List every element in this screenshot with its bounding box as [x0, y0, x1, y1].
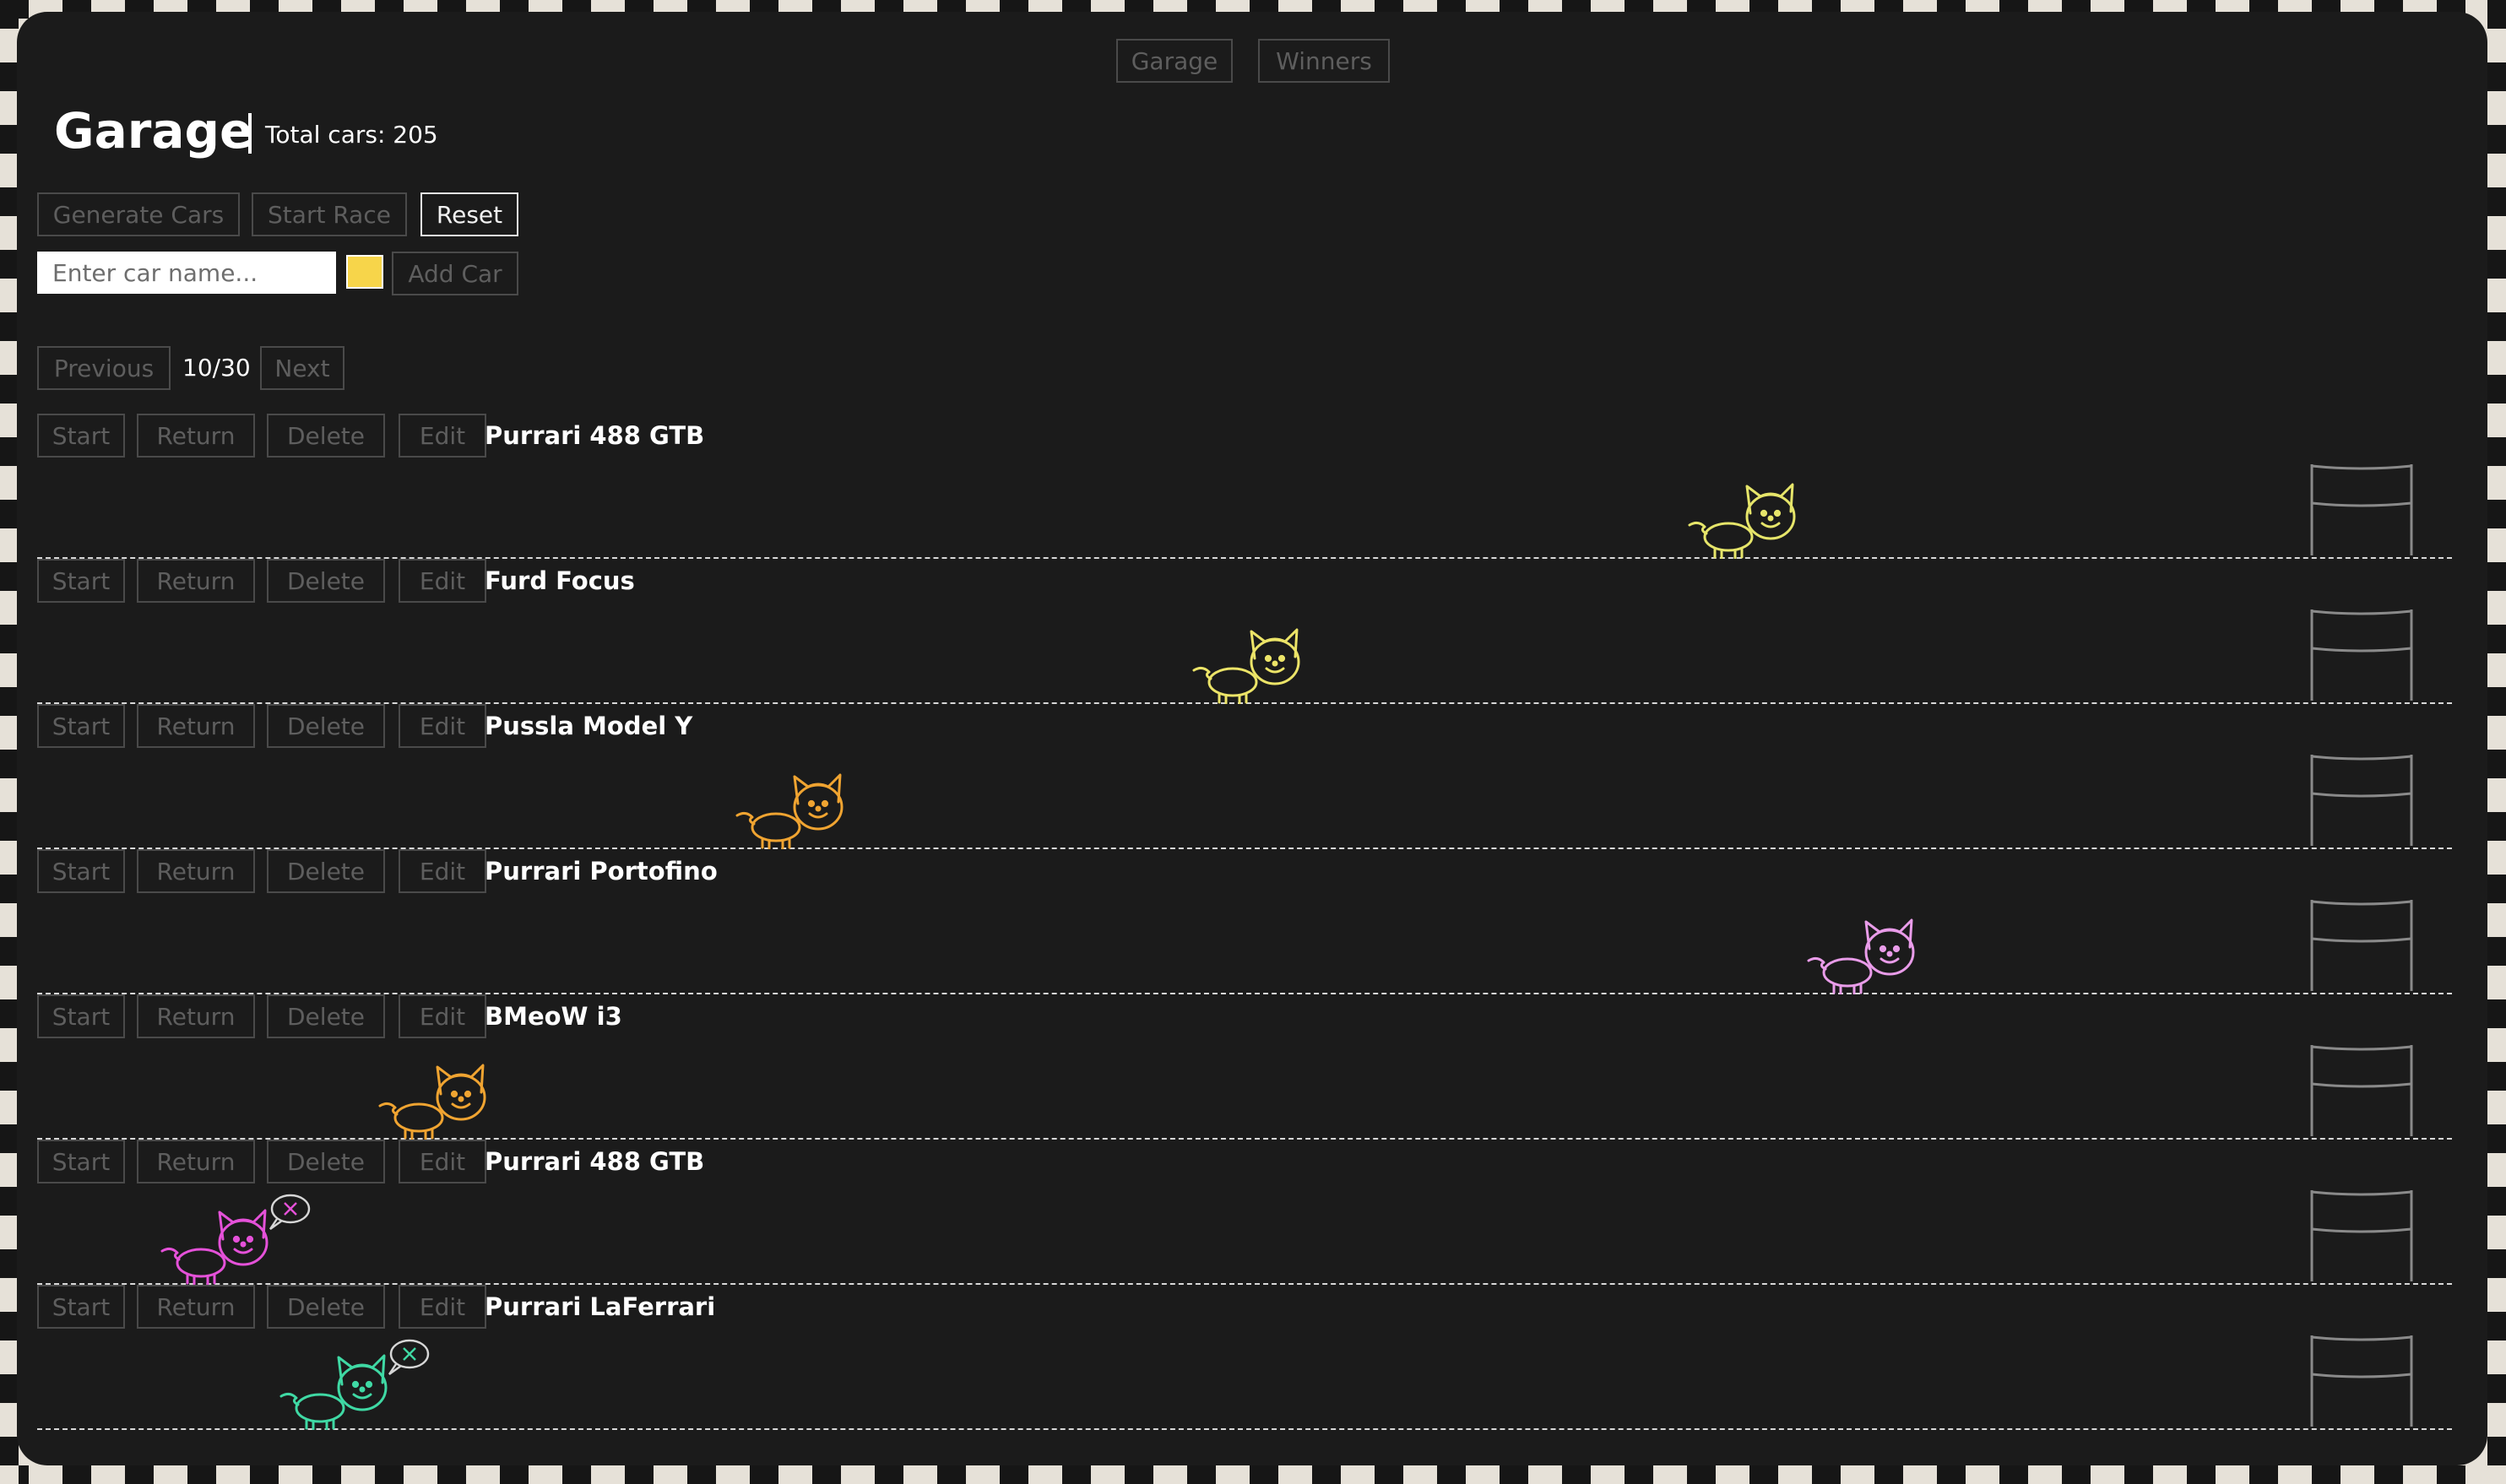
garage-panel: Garage Winners Garage Total cars: 205 Ge… [17, 12, 2487, 1465]
start-engine-button[interactable]: Start [37, 704, 125, 748]
title-divider [248, 113, 252, 154]
start-engine-button[interactable]: Start [37, 994, 125, 1038]
car-track: Start Return Delete Edit Purrari LaFerrari [37, 1285, 2486, 1431]
finish-flag-icon [2308, 896, 2415, 991]
checker-border-right [2487, 0, 2506, 1484]
cat-car-icon [1805, 913, 1917, 995]
return-car-button[interactable]: Return [137, 1140, 255, 1183]
engine-broken-icon [386, 1337, 430, 1378]
cat-car-icon [278, 1349, 389, 1431]
finish-flag-icon [2308, 1187, 2415, 1281]
page-title: Garage [54, 102, 253, 160]
edit-car-button[interactable]: Edit [399, 559, 486, 603]
delete-car-button[interactable]: Delete [267, 849, 385, 893]
delete-car-button[interactable]: Delete [267, 1285, 385, 1329]
page-indicator: 10/30 [182, 354, 251, 382]
return-car-button[interactable]: Return [137, 994, 255, 1038]
engine-broken-icon [267, 1192, 311, 1232]
car-track: Start Return Delete Edit Furd Focus [37, 559, 2486, 705]
cat-car-icon [377, 1059, 488, 1140]
car-track: Start Return Delete Edit BMeoW i3 [37, 994, 2486, 1140]
delete-car-button[interactable]: Delete [267, 994, 385, 1038]
return-car-button[interactable]: Return [137, 414, 255, 458]
car-track: Start Return Delete Edit Purrari 488 GTB [37, 1140, 2486, 1286]
edit-car-button[interactable]: Edit [399, 994, 486, 1038]
start-engine-button[interactable]: Start [37, 559, 125, 603]
finish-flag-icon [2308, 1332, 2415, 1427]
finish-flag-icon [2308, 1042, 2415, 1136]
car-name-input[interactable] [37, 252, 336, 294]
car-name-label: Pussla Model Y [485, 712, 693, 740]
add-car-button[interactable]: Add Car [392, 252, 518, 295]
cat-car-icon [734, 768, 845, 850]
delete-car-button[interactable]: Delete [267, 1140, 385, 1183]
checker-border-left [0, 0, 19, 1484]
start-engine-button[interactable]: Start [37, 1285, 125, 1329]
car-track: Start Return Delete Edit Pussla Model Y [37, 704, 2486, 850]
start-engine-button[interactable]: Start [37, 414, 125, 458]
edit-car-button[interactable]: Edit [399, 704, 486, 748]
car-name-label: Purrari 488 GTB [485, 1147, 705, 1176]
car-color-picker[interactable] [346, 255, 383, 289]
start-race-button[interactable]: Start Race [252, 192, 407, 236]
finish-flag-icon [2308, 751, 2415, 846]
delete-car-button[interactable]: Delete [267, 559, 385, 603]
car-name-label: Purrari 488 GTB [485, 421, 705, 450]
total-cars-count: Total cars: 205 [265, 121, 438, 149]
edit-car-button[interactable]: Edit [399, 1285, 486, 1329]
start-engine-button[interactable]: Start [37, 849, 125, 893]
finish-flag-icon [2308, 461, 2415, 555]
app-frame: Garage Winners Garage Total cars: 205 Ge… [0, 0, 2506, 1484]
car-name-label: BMeoW i3 [485, 1002, 622, 1031]
start-engine-button[interactable]: Start [37, 1140, 125, 1183]
previous-page-button[interactable]: Previous [37, 346, 171, 390]
finish-flag-icon [2308, 606, 2415, 701]
return-car-button[interactable]: Return [137, 559, 255, 603]
cat-car-icon [159, 1204, 270, 1286]
car-track: Start Return Delete Edit Purrari Portofino [37, 849, 2486, 995]
generate-cars-button[interactable]: Generate Cars [37, 192, 240, 236]
edit-car-button[interactable]: Edit [399, 414, 486, 458]
return-car-button[interactable]: Return [137, 1285, 255, 1329]
checker-border-bottom [0, 1465, 2506, 1484]
nav-garage-button[interactable]: Garage [1116, 39, 1233, 83]
car-name-label: Purrari LaFerrari [485, 1292, 716, 1321]
nav-winners-button[interactable]: Winners [1258, 39, 1390, 83]
track-baseline [37, 1428, 2452, 1430]
return-car-button[interactable]: Return [137, 849, 255, 893]
next-page-button[interactable]: Next [260, 346, 344, 390]
car-name-label: Purrari Portofino [485, 857, 718, 886]
edit-car-button[interactable]: Edit [399, 849, 486, 893]
delete-car-button[interactable]: Delete [267, 414, 385, 458]
cat-car-icon [1191, 623, 1302, 705]
car-track: Start Return Delete Edit Purrari 488 GTB [37, 414, 2486, 560]
delete-car-button[interactable]: Delete [267, 704, 385, 748]
reset-button[interactable]: Reset [420, 192, 518, 236]
return-car-button[interactable]: Return [137, 704, 255, 748]
cat-car-icon [1686, 478, 1798, 560]
edit-car-button[interactable]: Edit [399, 1140, 486, 1183]
car-name-label: Furd Focus [485, 566, 635, 595]
